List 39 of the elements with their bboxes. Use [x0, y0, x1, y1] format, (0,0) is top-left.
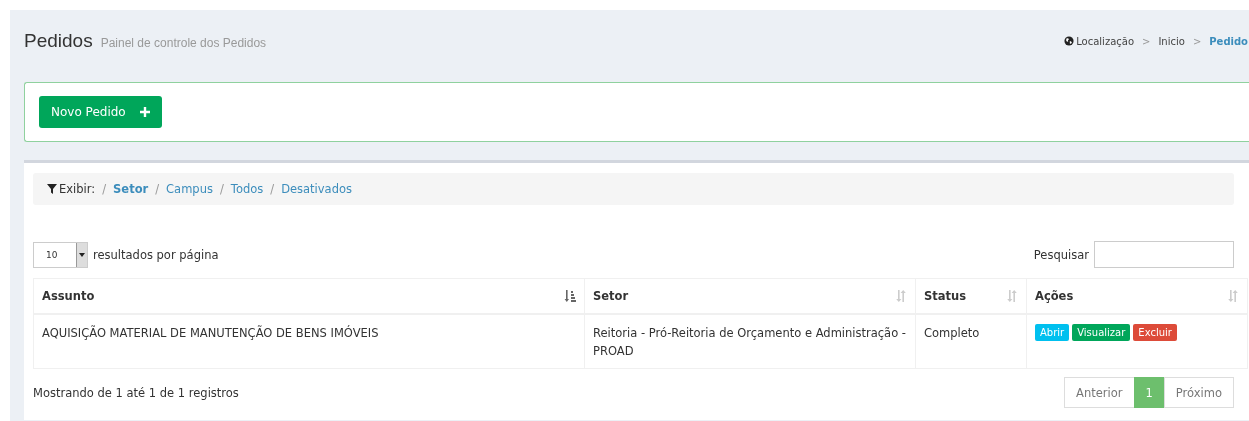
filter-link[interactable]: Desativados	[281, 182, 352, 196]
filter-separator: /	[219, 182, 224, 196]
new-order-button[interactable]: Novo Pedido	[39, 96, 162, 128]
page-subtitle: Painel de controle dos Pedidos	[100, 36, 267, 50]
table-cell: Reitoria - Pró-Reitoria de Orçamento e Administração - PROAD	[584, 314, 916, 369]
search-label: Pesquisar	[1033, 247, 1089, 262]
column-header[interactable]: Setor	[584, 278, 916, 314]
filter-link[interactable]: Setor	[113, 182, 149, 196]
breadcrumb-link[interactable]: Pedido	[1209, 35, 1248, 47]
pagination-button[interactable]: 1	[1133, 377, 1165, 408]
filter-separator: /	[270, 182, 275, 196]
breadcrumb-separator: >	[1192, 35, 1202, 47]
plus-icon	[139, 107, 150, 117]
dropdown-icon	[79, 252, 85, 257]
filter-separator: /	[102, 182, 107, 196]
filter-link[interactable]: Todos	[230, 182, 264, 196]
filter-icon	[47, 184, 57, 194]
breadcrumb-separator: >	[1142, 35, 1151, 47]
open-button[interactable]: Abrir	[1035, 324, 1070, 341]
table-cell: AQUISIÇÃO MATERIAL DE MANUTENÇÃO DE BENS IMÓVEIS	[33, 314, 585, 369]
column-header[interactable]: Status	[915, 278, 1027, 314]
column-header[interactable]: Ações	[1026, 278, 1248, 314]
column-header[interactable]: Assunto	[33, 278, 585, 314]
pagination-button[interactable]: Próximo	[1163, 377, 1234, 408]
pagination-button[interactable]: Anterior	[1064, 377, 1135, 408]
page-size-select[interactable]: 10	[33, 241, 88, 268]
view-button[interactable]: Visualizar	[1072, 324, 1131, 341]
filter-separator: /	[155, 182, 160, 196]
breadcrumb-link[interactable]: Inicio	[1158, 35, 1185, 47]
filter-label: Exibir:	[59, 182, 96, 196]
filter-link[interactable]: Campus	[166, 182, 213, 196]
globe-icon	[1064, 36, 1075, 46]
table-info: Mostrando de 1 até 1 de 1 registros	[33, 385, 239, 400]
table-cell: Completo	[915, 314, 1027, 369]
breadcrumb-link[interactable]: Localização	[1076, 35, 1134, 47]
delete-button[interactable]: Excluir	[1133, 324, 1177, 341]
search-field[interactable]	[1094, 241, 1234, 268]
page-size-label: resultados por página	[93, 247, 219, 262]
page-title: Pedidos	[24, 30, 93, 52]
